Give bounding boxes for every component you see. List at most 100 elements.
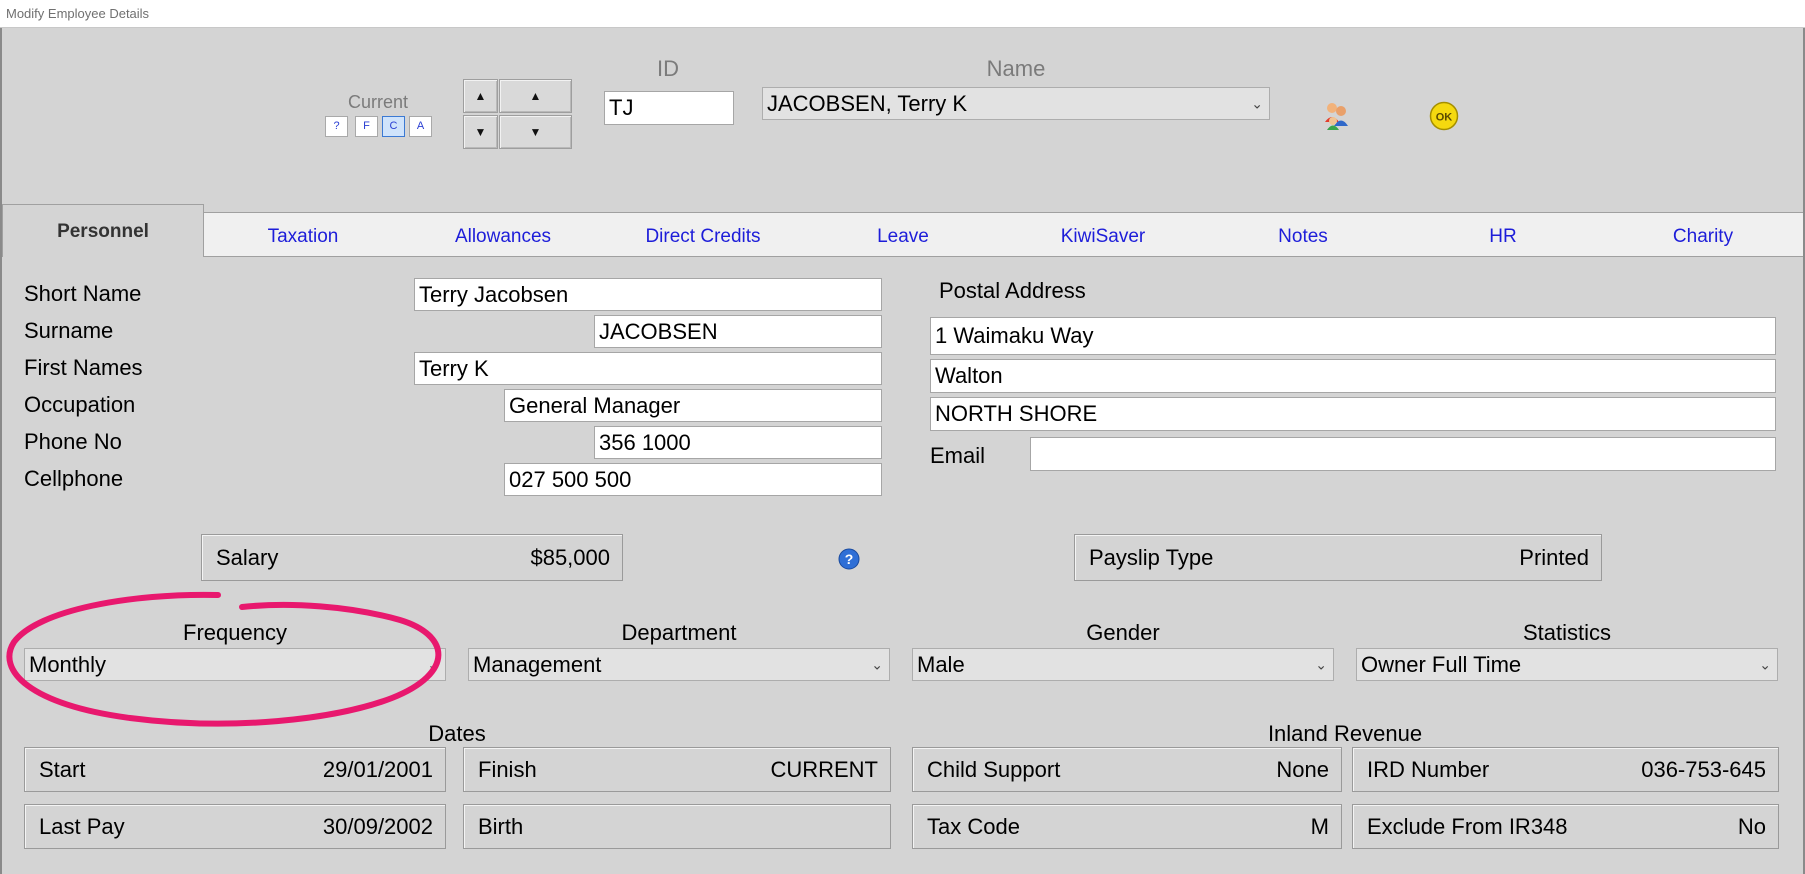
department-select-value: Management	[473, 652, 602, 677]
caret-down-icon: ▼	[529, 125, 542, 139]
short-name-label: Short Name	[24, 281, 142, 306]
phone-label: Phone No	[24, 429, 122, 454]
dates-label: Dates	[428, 721, 486, 746]
first-names-label: First Names	[24, 355, 143, 380]
tab-leave[interactable]: Leave	[803, 226, 1003, 248]
statistics-select-value: Owner Full Time	[1361, 652, 1522, 677]
exclude-ir348-value: No	[1737, 813, 1766, 839]
short-name-field[interactable]: Terry Jacobsen	[414, 278, 882, 311]
postal-line3-field[interactable]: NORTH SHORE	[930, 397, 1776, 431]
last-pay-label: Last Pay	[39, 813, 125, 839]
tab-hr[interactable]: HR	[1403, 226, 1603, 248]
gender-select-value: Male	[917, 652, 965, 677]
previous-record-button[interactable]: ▲	[463, 79, 498, 113]
tax-code-group[interactable]: Tax Code M	[912, 804, 1342, 849]
id-label: ID	[657, 56, 679, 81]
tab-allowances[interactable]: Allowances	[403, 226, 603, 248]
caret-up-icon: ▲	[529, 89, 542, 103]
cellphone-label: Cellphone	[24, 466, 124, 491]
tab-kiwisaver[interactable]: KiwiSaver	[1003, 226, 1203, 248]
statistics-label: Statistics	[1522, 620, 1612, 645]
chevron-down-icon: ⌄	[871, 656, 883, 672]
payslip-type-value: Printed	[1519, 544, 1589, 570]
filter-button-c[interactable]: C	[382, 116, 405, 137]
frequency-select-value: Monthly	[29, 652, 107, 677]
tab-direct-credits[interactable]: Direct Credits	[603, 226, 803, 248]
phone-field[interactable]: 356 1000	[594, 426, 882, 459]
surname-label: Surname	[24, 318, 114, 343]
payslip-type-label: Payslip Type	[1089, 544, 1214, 570]
window-title: Modify Employee Details	[6, 6, 150, 21]
ird-number-group[interactable]: IRD Number 036-753-645	[1352, 747, 1779, 792]
finish-date-label: Finish	[478, 756, 537, 782]
salary-group[interactable]: Salary $85,000	[201, 534, 623, 581]
start-date-value: 29/01/2001	[322, 756, 433, 782]
occupation-field[interactable]: General Manager	[504, 389, 882, 422]
id-field[interactable]: TJ	[604, 91, 734, 125]
chevron-down-icon: ⌄	[1251, 95, 1263, 111]
statistics-select[interactable]: Owner Full Time ⌄	[1356, 648, 1778, 681]
first-record-button[interactable]: ▲	[499, 79, 572, 113]
tab-notes[interactable]: Notes	[1203, 226, 1403, 248]
filter-button-f[interactable]: F	[355, 116, 378, 137]
salary-value: $85,000	[530, 544, 610, 570]
chevron-down-icon: ⌄	[427, 656, 439, 672]
filter-button-a[interactable]: A	[409, 116, 432, 137]
frequency-label: Frequency	[183, 620, 287, 645]
occupation-label: Occupation	[24, 392, 136, 417]
chevron-down-icon: ⌄	[1759, 656, 1771, 672]
tax-code-value: M	[1310, 813, 1329, 839]
svg-text:?: ?	[845, 551, 854, 567]
employees-icon[interactable]	[1321, 100, 1351, 130]
email-field[interactable]	[1030, 437, 1776, 471]
chevron-down-icon: ⌄	[1315, 656, 1327, 672]
window-frame-left	[0, 28, 2, 874]
ird-number-value: 036-753-645	[1641, 756, 1766, 782]
last-record-button[interactable]: ▼	[499, 115, 572, 149]
gender-select[interactable]: Male ⌄	[912, 648, 1334, 681]
salary-label: Salary	[216, 544, 279, 570]
child-support-label: Child Support	[927, 756, 1061, 782]
name-select-value: JACOBSEN, Terry K	[767, 91, 968, 116]
frequency-select[interactable]: Monthly ⌄	[24, 648, 446, 681]
gender-label: Gender	[1086, 620, 1160, 645]
postal-address-label: Postal Address	[939, 278, 1086, 303]
cellphone-field[interactable]: 027 500 500	[504, 463, 882, 496]
department-label: Department	[621, 620, 737, 645]
start-date-label: Start	[39, 756, 86, 782]
name-select[interactable]: JACOBSEN, Terry K ⌄	[762, 87, 1270, 120]
last-pay-group[interactable]: Last Pay 30/09/2002	[24, 804, 446, 849]
department-select[interactable]: Management ⌄	[468, 648, 890, 681]
tax-code-label: Tax Code	[927, 813, 1020, 839]
payslip-type-group[interactable]: Payslip Type Printed	[1074, 534, 1602, 581]
child-support-group[interactable]: Child Support None	[912, 747, 1342, 792]
tab-strip-border-bottom	[204, 256, 1803, 257]
exclude-ir348-group[interactable]: Exclude From IR348 No	[1352, 804, 1779, 849]
last-pay-value: 30/09/2002	[322, 813, 433, 839]
tab-personnel[interactable]: Personnel	[2, 204, 204, 257]
tab-taxation[interactable]: Taxation	[203, 226, 403, 248]
filter-button-unknown[interactable]: ?	[325, 116, 348, 137]
first-names-field[interactable]: Terry K	[414, 352, 882, 385]
current-label: Current	[347, 92, 409, 112]
inland-revenue-label: Inland Revenue	[1267, 721, 1423, 746]
title-bar	[0, 0, 1805, 28]
name-label: Name	[986, 56, 1046, 81]
finish-date-group[interactable]: Finish CURRENT	[463, 747, 891, 792]
help-icon[interactable]: ?	[838, 548, 860, 570]
birth-date-group[interactable]: Birth	[463, 804, 891, 849]
surname-field[interactable]: JACOBSEN	[594, 315, 882, 348]
postal-line2-field[interactable]: Walton	[930, 359, 1776, 393]
ok-icon-label: OK	[1436, 112, 1453, 124]
tab-charity[interactable]: Charity	[1603, 226, 1803, 248]
ird-number-label: IRD Number	[1367, 756, 1490, 782]
caret-down-icon: ▼	[474, 125, 487, 139]
ok-icon[interactable]: OK	[1429, 101, 1459, 131]
birth-date-label: Birth	[478, 813, 524, 839]
next-record-button[interactable]: ▼	[463, 115, 498, 149]
email-label: Email	[930, 443, 986, 468]
start-date-group[interactable]: Start 29/01/2001	[24, 747, 446, 792]
caret-up-icon: ▲	[474, 89, 487, 103]
postal-line1-field[interactable]: 1 Waimaku Way	[930, 317, 1776, 355]
finish-date-value: CURRENT	[770, 756, 878, 782]
